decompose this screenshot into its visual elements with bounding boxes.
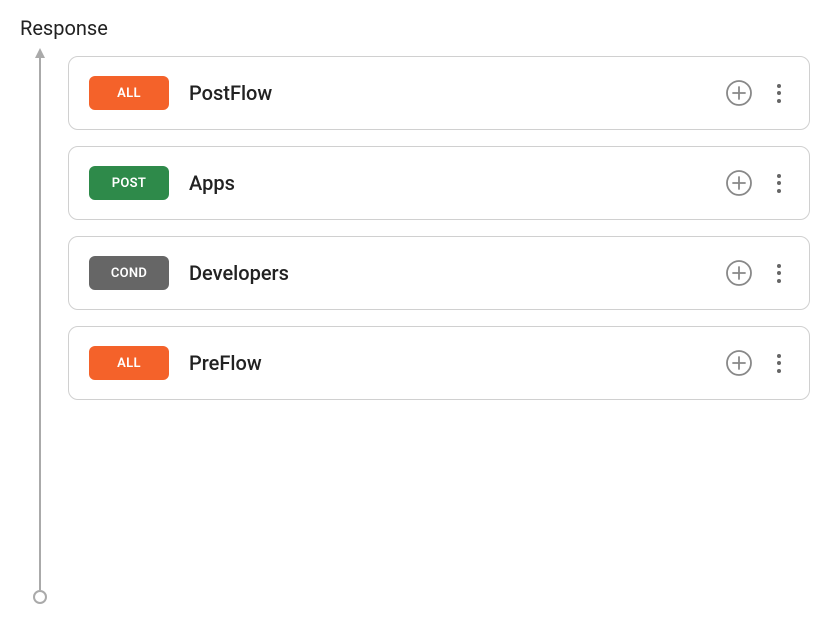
- more-icon-preflow: [773, 350, 785, 377]
- badge-postflow: ALL: [89, 76, 169, 110]
- page-title: Response: [20, 16, 810, 40]
- timeline-rail: [20, 56, 60, 604]
- more-button-apps[interactable]: [769, 166, 789, 201]
- add-button-postflow[interactable]: [721, 75, 757, 111]
- flow-card-apps: POST Apps: [68, 146, 810, 220]
- more-icon-apps: [773, 170, 785, 197]
- card-actions-developers: [721, 255, 789, 291]
- card-label-apps: Apps: [189, 171, 701, 195]
- badge-preflow: ALL: [89, 346, 169, 380]
- timeline-circle: [33, 590, 47, 604]
- badge-developers: COND: [89, 256, 169, 290]
- badge-apps: POST: [89, 166, 169, 200]
- card-actions-apps: [721, 165, 789, 201]
- card-actions-preflow: [721, 345, 789, 381]
- flow-card-preflow: ALL PreFlow: [68, 326, 810, 400]
- card-label-developers: Developers: [189, 261, 701, 285]
- more-button-postflow[interactable]: [769, 76, 789, 111]
- add-button-apps[interactable]: [721, 165, 757, 201]
- flow-card-developers: COND Developers: [68, 236, 810, 310]
- more-button-preflow[interactable]: [769, 346, 789, 381]
- card-actions-postflow: [721, 75, 789, 111]
- flow-card-postflow: ALL PostFlow: [68, 56, 810, 130]
- more-button-developers[interactable]: [769, 256, 789, 291]
- more-icon-developers: [773, 260, 785, 287]
- add-button-preflow[interactable]: [721, 345, 757, 381]
- timeline-line: [39, 56, 41, 590]
- card-label-postflow: PostFlow: [189, 81, 701, 105]
- more-icon-postflow: [773, 80, 785, 107]
- card-label-preflow: PreFlow: [189, 351, 701, 375]
- add-button-developers[interactable]: [721, 255, 757, 291]
- cards-column: ALL PostFlow POST Apps COND Developers ALL P…: [60, 56, 810, 604]
